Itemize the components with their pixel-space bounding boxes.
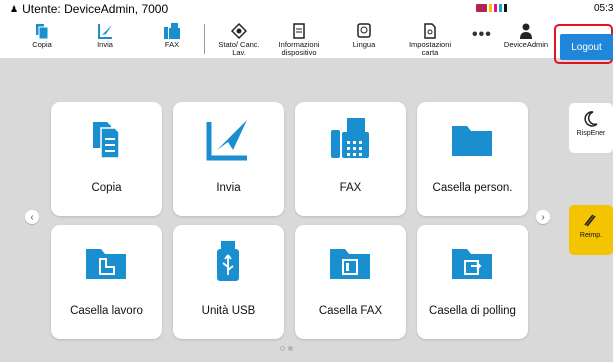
- status-icon: [231, 22, 247, 40]
- toner-cyan-icon: [499, 4, 502, 12]
- device-info-icon: [293, 23, 305, 39]
- tile-copy-label: Copia: [91, 182, 122, 194]
- tile-job-box[interactable]: Casella lavoro: [51, 225, 162, 339]
- logout-button[interactable]: Logout: [560, 34, 613, 60]
- toner-yellow-icon: [489, 4, 492, 12]
- fax-box-icon: [330, 249, 370, 279]
- toolbar-job-status-label: Stato/ Canc. Lav.: [218, 40, 260, 57]
- energy-saver-label: RispEner: [576, 130, 606, 137]
- page-dot: [280, 346, 285, 351]
- fax-icon: [164, 23, 180, 39]
- previous-page-button[interactable]: ‹: [25, 210, 39, 224]
- toolbar-send-label: Invia: [97, 40, 113, 49]
- tile-copy[interactable]: Copia: [51, 102, 162, 216]
- folder-icon: [452, 126, 492, 156]
- user-line: Utente: DeviceAdmin, 7000: [22, 2, 169, 16]
- tile-send-label: Invia: [216, 182, 241, 194]
- toolbar-copy-label: Copia: [32, 40, 52, 49]
- toolbar-paper-settings[interactable]: Impostazioni carta: [402, 22, 458, 57]
- toolbar-user-label: DeviceAdmin: [503, 40, 549, 49]
- job-box-icon: [86, 249, 126, 279]
- tile-fax-box-label: Casella FAX: [318, 305, 383, 317]
- toolbar-fax[interactable]: FAX: [144, 22, 200, 56]
- next-page-button[interactable]: ›: [536, 210, 550, 224]
- user-icon: [520, 23, 532, 39]
- top-bar: ♟ Utente: DeviceAdmin, 7000 05:3 Copia I…: [0, 0, 613, 58]
- toner-black-icon: [504, 4, 507, 12]
- tile-polling-box-label: Casella di polling: [429, 305, 516, 317]
- tile-fax-box[interactable]: Casella FAX: [295, 225, 406, 339]
- tile-polling-box[interactable]: Casella di polling: [417, 225, 528, 339]
- toolbar-copy[interactable]: Copia: [14, 22, 70, 56]
- toolbar-language-label: Lingua: [352, 40, 376, 49]
- reset-label: Reimp.: [579, 232, 603, 239]
- toolbar-language[interactable]: Lingua: [336, 22, 392, 56]
- tile-custom-box[interactable]: Casella person.: [417, 102, 528, 216]
- fax-icon: [331, 118, 369, 158]
- toner-magenta-icon: [494, 4, 497, 12]
- language-icon: [357, 23, 371, 38]
- system-indicators: [476, 4, 507, 12]
- tile-fax[interactable]: FAX: [295, 102, 406, 216]
- reset-button[interactable]: Reimp.: [569, 205, 613, 255]
- reset-icon: [584, 214, 596, 227]
- chevron-left-icon: ‹: [30, 211, 34, 223]
- network-icon: [476, 4, 487, 12]
- user-status: ♟ Utente: DeviceAdmin, 7000: [10, 2, 168, 16]
- tile-usb-label: Unità USB: [201, 305, 256, 317]
- polling-box-icon: [452, 249, 492, 279]
- toolbar-divider: [204, 24, 205, 54]
- toolbar-job-status[interactable]: Stato/ Canc. Lav.: [211, 22, 267, 57]
- energy-saver-button[interactable]: RispEner: [569, 103, 613, 153]
- tile-usb[interactable]: Unità USB: [173, 225, 284, 339]
- toolbar-device-info-label: Informazioni dispositivo: [278, 40, 320, 57]
- send-icon: [98, 24, 112, 39]
- tile-job-box-label: Casella lavoro: [70, 305, 143, 317]
- page-indicator: [280, 346, 293, 351]
- user-icon: ♟: [10, 3, 19, 14]
- toolbar-fax-label: FAX: [164, 40, 180, 49]
- toolbar-paper-settings-label: Impostazioni carta: [408, 40, 452, 57]
- toolbar-send[interactable]: Invia: [77, 22, 133, 56]
- moon-icon: [584, 111, 598, 127]
- toolbar-device-info[interactable]: Informazioni dispositivo: [271, 22, 327, 57]
- clock: 05:3: [594, 3, 613, 14]
- paper-settings-icon: [424, 23, 436, 39]
- toolbar-user[interactable]: DeviceAdmin: [498, 22, 554, 56]
- tile-custom-box-label: Casella person.: [432, 182, 513, 194]
- send-icon: [206, 120, 247, 161]
- tile-send[interactable]: Invia: [173, 102, 284, 216]
- copy-icon: [36, 24, 49, 40]
- tile-fax-label: FAX: [339, 182, 362, 194]
- usb-icon: [217, 241, 239, 281]
- copy-icon: [93, 122, 120, 159]
- chevron-right-icon: ›: [541, 211, 545, 223]
- more-menu-button[interactable]: •••: [472, 26, 492, 44]
- page-dot-active: [288, 346, 293, 351]
